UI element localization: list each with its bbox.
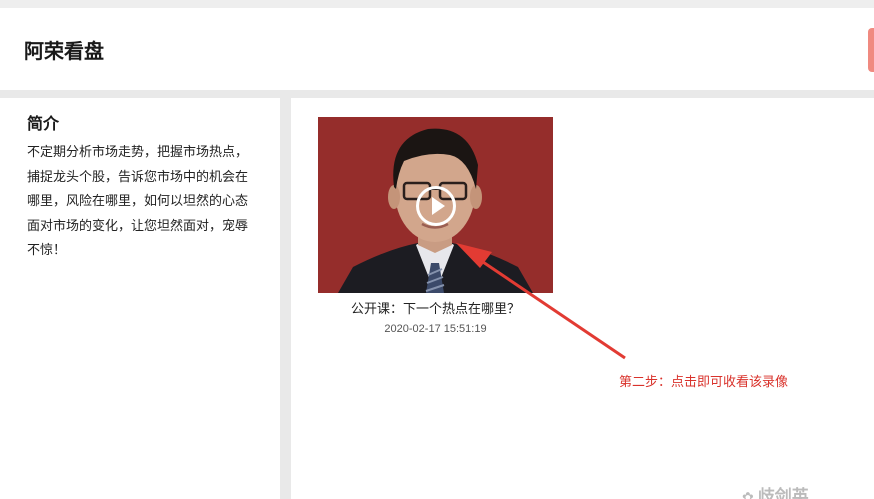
video-list-panel: 公开课：下一个热点在哪里？ 2020-02-17 15:51:19 第二步：点击… (291, 98, 874, 499)
intro-description: 不定期分析市场走势，把握市场热点，捕捉龙头个股，告诉您市场中的机会在哪里，风险在… (27, 144, 249, 257)
video-card[interactable]: 公开课：下一个热点在哪里？ 2020-02-17 15:51:19 (318, 117, 553, 335)
watermark: ✿ 歧剑英 (742, 482, 809, 499)
edge-button[interactable] (868, 28, 874, 72)
wechat-icon: ✿ (742, 489, 754, 499)
page-header: 阿荣看盘 (0, 8, 874, 90)
watermark-text: 歧剑英 (757, 487, 809, 499)
video-title[interactable]: 公开课：下一个热点在哪里？ (318, 298, 553, 317)
page-title: 阿荣看盘 (24, 41, 104, 63)
video-timestamp: 2020-02-17 15:51:19 (384, 323, 487, 335)
annotation-text: 第二步：点击即可收看该录像 (619, 374, 789, 389)
top-strip (0, 0, 874, 8)
play-button[interactable] (416, 186, 456, 226)
intro-heading: 简介 (27, 116, 60, 133)
video-thumbnail[interactable] (318, 117, 553, 293)
intro-panel: 简介 不定期分析市场走势，把握市场热点，捕捉龙头个股，告诉您市场中的机会在哪里，… (0, 98, 280, 499)
play-icon (432, 197, 445, 215)
